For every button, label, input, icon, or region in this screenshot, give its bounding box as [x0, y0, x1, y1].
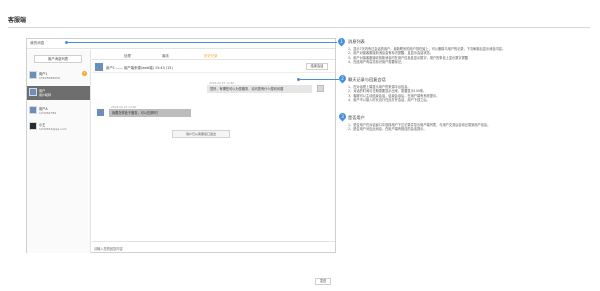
annotation-marker: 2 [337, 73, 348, 84]
chat-header: 用户1 —— 用户端来源(web端) 15:43 (15) 结束会话 [92, 61, 335, 73]
user-info: 15625889556 [39, 76, 60, 80]
user-info: 用户昵称 [39, 93, 52, 97]
annotation-note: 消息列表 1、显示7天内有过会话的用户，最新联系的用户排在最上，可以删除与用户的… [348, 39, 593, 65]
note-title: 消息列表 [348, 39, 365, 44]
user-info: 123456789 [39, 111, 57, 115]
user-list-item[interactable]: 用户 用户昵称 [27, 86, 90, 100]
user-list-item[interactable]: 用户A 123456789 [27, 104, 90, 118]
tab-bar: 处理 离线 历史记录 [92, 50, 335, 60]
unread-badge: 3 [82, 71, 87, 76]
user-avatar [97, 109, 104, 116]
window-header: 我的消息 [27, 39, 335, 49]
end-session-button[interactable]: 结束会话 [306, 63, 328, 70]
user-list-item[interactable]: 小王 1234554@qq.com [27, 120, 90, 134]
chat-user-info: 用户1 —— 用户端来源(web端) 15:43 (15) [106, 66, 173, 70]
note-title: 聊天记录与回复会话 [348, 77, 386, 82]
agent-avatar [317, 85, 324, 92]
avatar [95, 63, 103, 71]
agent-message: 您好，有哪些可以为您服务，请问您有什么想问问题 [207, 85, 312, 93]
reply-input-placeholder: 请输入您的回复内容 [94, 247, 123, 251]
tab-history[interactable]: 历史记录 [204, 53, 218, 58]
annotation-marker: 3 [337, 111, 348, 122]
annotation-connector [299, 79, 339, 80]
title-divider [8, 27, 590, 28]
user-list-panel: 用户消息列表 用户1 15625889556 3 用户 用户昵称 用户A 123… [27, 50, 91, 253]
tab-processing[interactable]: 处理 [124, 53, 131, 58]
user-list-button[interactable]: 用户消息列表 [34, 55, 82, 63]
user-info: 1234554@qq.com [39, 127, 67, 131]
reply-input-area[interactable]: 请输入您的回复内容 发送 [92, 241, 335, 291]
avatar [29, 71, 37, 79]
tab-offline[interactable]: 离线 [162, 53, 169, 58]
annotation-note: 是否用户 1、是否用户在对话窗口中选择用户下达记录并显示用户端列表，与用户交流后… [348, 115, 593, 132]
window-title: 我的消息 [30, 41, 45, 45]
note-line: 2、是否用户对应此消息，在用户端有相应的会话提示。 [348, 127, 427, 132]
note-line: 4、用户不以接入时长自行在此打开会话，用户下线之后。 [348, 98, 430, 103]
annotation-connector [67, 42, 337, 43]
user-message: 我要怎样处于服务，可以在那吗？ [109, 109, 191, 117]
annotation-marker: 1 [336, 36, 347, 47]
user-list-item[interactable]: 用户1 15625889556 3 [27, 69, 90, 83]
annotation-note: 聊天记录与回复会话 1、在对话框上端显示用户的来源平台信息。 2、对话的时间与日… [348, 77, 593, 103]
avatar [29, 122, 37, 130]
session-status-notice: 用户已从客服窗口退出 [172, 130, 230, 138]
page-title: 客服端 [8, 17, 27, 24]
chat-window: 我的消息 用户消息列表 用户1 15625889556 3 用户 用户昵称 用户… [26, 38, 336, 285]
avatar [29, 106, 37, 114]
note-line: 4、在线用户有高亮标识用户需要标记。 [348, 60, 405, 65]
send-button[interactable]: 发送 [315, 278, 331, 285]
note-title: 是否用户 [348, 115, 365, 120]
avatar [29, 88, 37, 96]
